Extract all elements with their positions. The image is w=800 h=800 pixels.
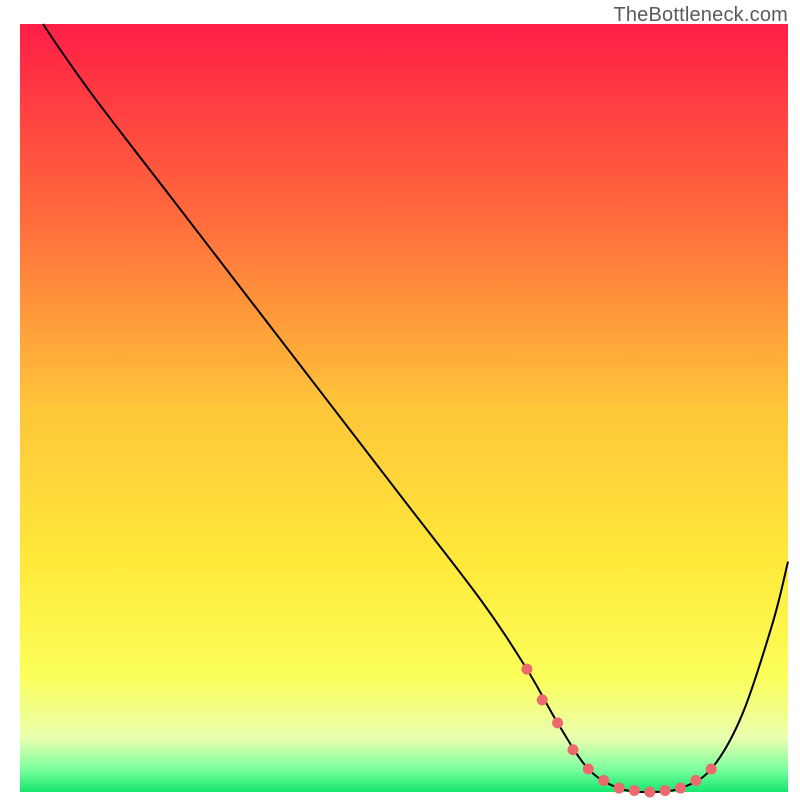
- optimal-dot: [614, 783, 625, 794]
- optimal-dot: [552, 717, 563, 728]
- bottleneck-chart: [0, 0, 800, 800]
- optimal-dot: [521, 664, 532, 675]
- optimal-dot: [690, 775, 701, 786]
- optimal-dot: [660, 785, 671, 796]
- optimal-dot: [598, 775, 609, 786]
- plot-background: [20, 24, 788, 792]
- optimal-dot: [537, 694, 548, 705]
- optimal-dot: [644, 787, 655, 798]
- optimal-dot: [675, 783, 686, 794]
- optimal-dot: [706, 763, 717, 774]
- optimal-dot: [583, 763, 594, 774]
- chart-canvas: TheBottleneck.com: [0, 0, 800, 800]
- optimal-dot: [629, 785, 640, 796]
- optimal-dot: [567, 744, 578, 755]
